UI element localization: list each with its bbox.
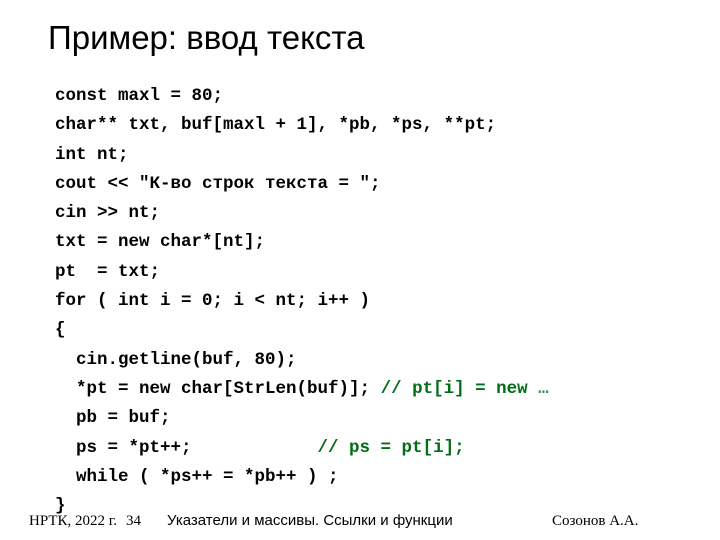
slide-canvas: Пример: ввод текста const maxl = 80; char… <box>0 0 720 540</box>
code-text: char** txt, buf[maxl + 1], *pb, *ps, **p… <box>55 115 497 136</box>
code-line: txt = new char*[nt]; <box>55 228 695 257</box>
code-line: int nt; <box>55 141 695 170</box>
code-line: const maxl = 80; <box>55 82 695 111</box>
code-text: pt = txt; <box>55 261 161 282</box>
code-text: const maxl = 80; <box>55 86 224 106</box>
footer-slide-number: 34 <box>126 513 141 529</box>
code-line: cin.getline(buf, 80); <box>55 346 695 375</box>
code-line: cin >> nt; <box>55 199 695 228</box>
code-comment: // ps = pt[i]; <box>317 437 465 458</box>
code-text: int nt; <box>55 144 129 165</box>
code-text: cin.getline(buf, 80); <box>55 349 297 370</box>
code-text: txt = new char*[nt]; <box>55 232 266 253</box>
code-text: cin >> nt; <box>55 203 161 224</box>
code-comment-ellipsis: … <box>538 378 549 399</box>
code-text: pb = buf; <box>55 408 171 429</box>
footer-organization: НРТК, 2022 г. <box>29 513 117 529</box>
page-title: Пример: ввод текста <box>48 19 365 56</box>
code-text: for ( int i = 0; i < nt; i++ ) <box>55 291 371 312</box>
code-line: ps = *pt++; // ps = pt[i]; <box>55 434 695 463</box>
code-line: pb = buf; <box>55 404 695 433</box>
code-text: while ( *ps++ = *pb++ ) ; <box>55 466 339 487</box>
code-line: while ( *ps++ = *pb++ ) ; <box>55 463 695 492</box>
footer-author: Созонов А.А. <box>552 513 639 529</box>
code-line: pt = txt; <box>55 258 695 287</box>
code-text: *pt = new char[StrLen(buf)]; <box>55 378 381 399</box>
code-text: { <box>55 320 66 341</box>
footer-topic: Указатели и массивы. Ссылки и функции <box>167 512 453 529</box>
code-line: for ( int i = 0; i < nt; i++ ) <box>55 287 695 316</box>
code-line: { <box>55 316 695 345</box>
slide-footer: НРТК, 2022 г. 34 Указатели и массивы. Сс… <box>0 508 720 534</box>
code-text: cout << "К-во строк текста = "; <box>55 173 381 194</box>
code-line: *pt = new char[StrLen(buf)]; // pt[i] = … <box>55 375 695 404</box>
code-text: ps = *pt++; <box>55 437 318 458</box>
code-block: const maxl = 80; char** txt, buf[maxl + 1… <box>55 82 695 521</box>
code-line: cout << "К-во строк текста = "; <box>55 170 695 199</box>
code-comment: // pt[i] = new <box>380 378 539 399</box>
code-line: char** txt, buf[maxl + 1], *pb, *ps, **p… <box>55 111 695 140</box>
